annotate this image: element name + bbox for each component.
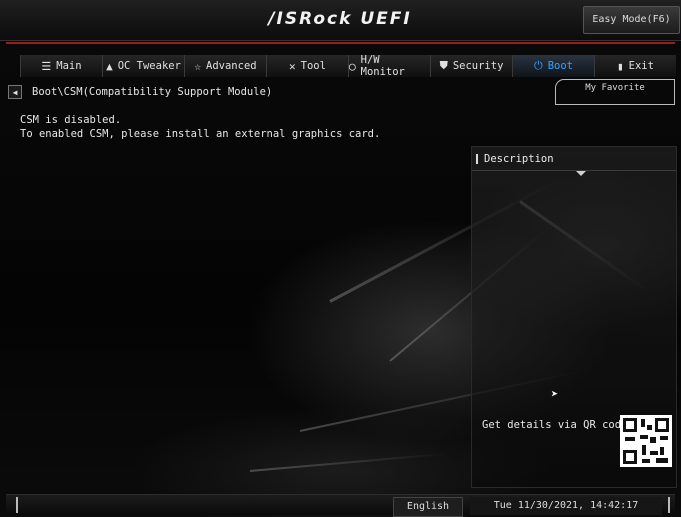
description-title: Description xyxy=(484,152,554,165)
tab-label: Tool xyxy=(300,60,326,72)
description-header: Description xyxy=(472,147,676,171)
date-time-display: Tue 11/30/2021, 14:42:17 xyxy=(470,497,662,515)
tab-label: OC Tweaker xyxy=(117,60,181,72)
rocket-icon: ▲ xyxy=(106,59,113,73)
tab-label: Advanced xyxy=(206,60,257,72)
main-tabs: ☰ Main ▲ OC Tweaker ☆ Advanced ✕ Tool ◯ … xyxy=(20,54,676,78)
footer-left-marker xyxy=(16,497,18,513)
qr-caption: Get details via QR code xyxy=(482,419,628,431)
tab-label: Security xyxy=(452,60,504,72)
csm-status-text: CSM is disabled. xyxy=(20,114,122,126)
brand-logo: /ISRock UEFI xyxy=(268,9,412,29)
tab-security[interactable]: ⛊ Security xyxy=(430,55,512,77)
tab-main[interactable]: ☰ Main xyxy=(20,55,102,77)
description-panel: Description Get details via QR code xyxy=(471,146,677,488)
description-marker xyxy=(476,153,478,164)
mouse-pointer-icon: ➤ xyxy=(551,387,559,401)
tab-label: Main xyxy=(56,60,82,72)
tab-advanced[interactable]: ☆ Advanced xyxy=(184,55,266,77)
csm-instruction-text: To enabled CSM, please install an extern… xyxy=(20,128,381,140)
tab-label: H/W Monitor xyxy=(360,54,405,78)
breadcrumb: ◀ Boot\CSM(Compatibility Support Module) xyxy=(8,84,272,100)
header-accent-line xyxy=(6,42,675,44)
breadcrumb-path: Boot\CSM(Compatibility Support Module) xyxy=(32,86,273,98)
tab-hw-monitor[interactable]: ◯ H/W Monitor xyxy=(348,54,430,78)
monitor-icon: ◯ xyxy=(349,59,356,73)
tab-tool[interactable]: ✕ Tool xyxy=(266,55,348,77)
easy-mode-button[interactable]: Easy Mode(F6) xyxy=(583,6,680,34)
my-favorite-button[interactable]: My Favorite xyxy=(555,79,675,105)
tab-exit[interactable]: ▮ Exit xyxy=(594,55,676,77)
header-bar: /ISRock UEFI Easy Mode(F6) xyxy=(0,0,681,41)
tab-label: Exit xyxy=(628,60,654,72)
tools-icon: ✕ xyxy=(289,59,296,73)
tab-oc-tweaker[interactable]: ▲ OC Tweaker xyxy=(102,55,184,77)
qr-code-icon xyxy=(620,415,672,467)
language-selector[interactable]: English xyxy=(393,497,463,517)
back-button[interactable]: ◀ xyxy=(8,85,22,99)
shield-icon: ⛊ xyxy=(439,59,448,72)
description-arrow-icon xyxy=(576,171,586,176)
back-arrow-icon: ◀ xyxy=(12,87,18,97)
tab-label: Boot xyxy=(547,60,573,72)
exit-icon: ▮ xyxy=(617,59,624,73)
footer-right-marker xyxy=(668,497,670,513)
list-icon: ☰ xyxy=(41,59,52,73)
power-icon: ⏻ xyxy=(534,59,543,72)
tab-boot[interactable]: ⏻ Boot xyxy=(512,55,594,77)
star-icon: ☆ xyxy=(194,59,202,73)
